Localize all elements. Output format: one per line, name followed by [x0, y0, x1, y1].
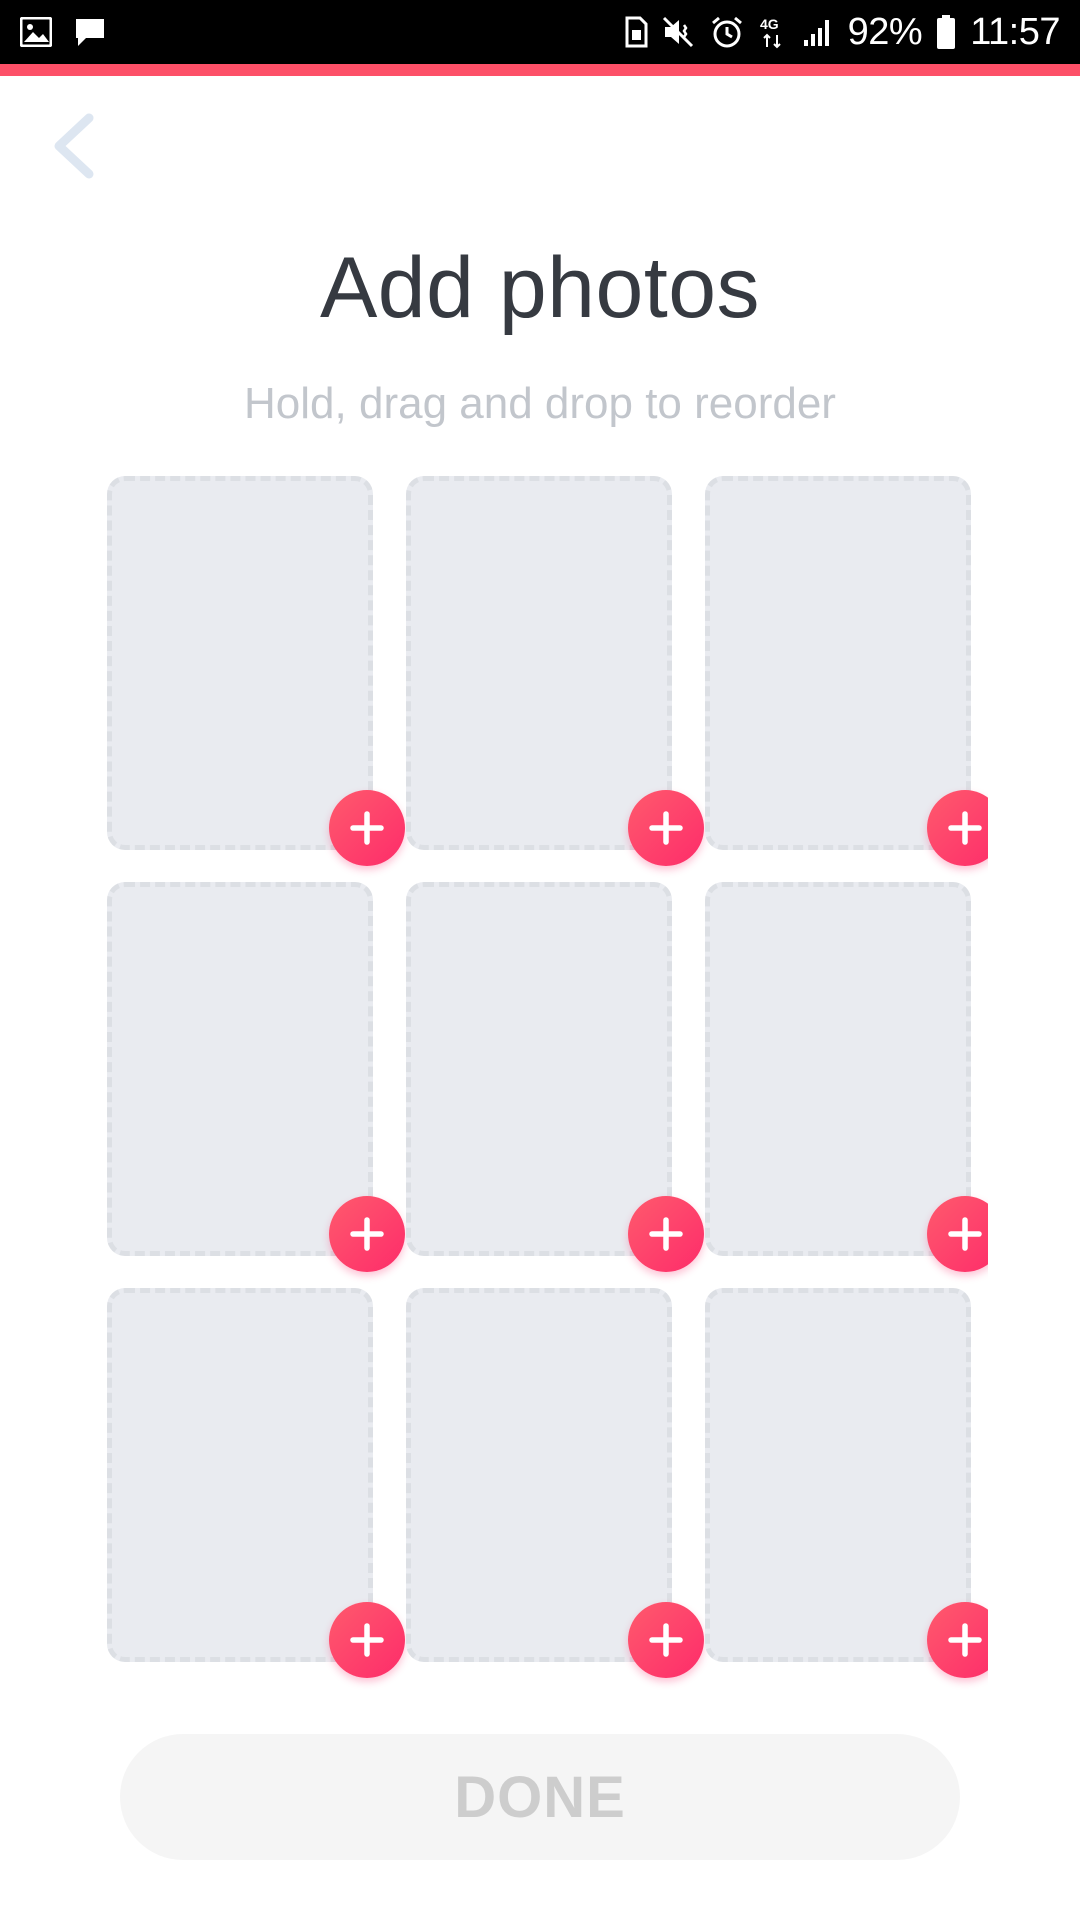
plus-icon	[946, 1215, 984, 1253]
photo-grid	[0, 0, 988, 1920]
add-photo-button[interactable]	[927, 1602, 988, 1678]
photo-slot[interactable]	[705, 1288, 971, 1662]
plus-icon	[946, 1621, 984, 1659]
photo-slot[interactable]	[107, 476, 373, 850]
plus-icon	[348, 809, 386, 847]
add-photo-button[interactable]	[927, 790, 988, 866]
photo-slot[interactable]	[705, 476, 971, 850]
plus-icon	[348, 1215, 386, 1253]
plus-icon	[946, 809, 984, 847]
photo-slot[interactable]	[705, 882, 971, 1256]
photo-slot[interactable]	[406, 1288, 672, 1662]
add-photo-button[interactable]	[329, 1602, 405, 1678]
photo-slot[interactable]	[107, 1288, 373, 1662]
photo-grid-viewport	[0, 0, 988, 1920]
plus-icon	[348, 1621, 386, 1659]
add-photo-button[interactable]	[628, 1196, 704, 1272]
add-photo-button[interactable]	[329, 790, 405, 866]
add-photo-button[interactable]	[628, 1602, 704, 1678]
add-photo-button[interactable]	[628, 790, 704, 866]
app-screen: 4G 92% 11:57 Add photos Hold, drag and d…	[0, 0, 1080, 1920]
done-button[interactable]: DONE	[120, 1734, 960, 1860]
photo-slot[interactable]	[406, 476, 672, 850]
photo-slot[interactable]	[107, 882, 373, 1256]
done-button-label: DONE	[454, 1764, 626, 1830]
add-photo-button[interactable]	[927, 1196, 988, 1272]
plus-icon	[647, 809, 685, 847]
photo-slot[interactable]	[406, 882, 672, 1256]
plus-icon	[647, 1215, 685, 1253]
add-photo-button[interactable]	[329, 1196, 405, 1272]
plus-icon	[647, 1621, 685, 1659]
